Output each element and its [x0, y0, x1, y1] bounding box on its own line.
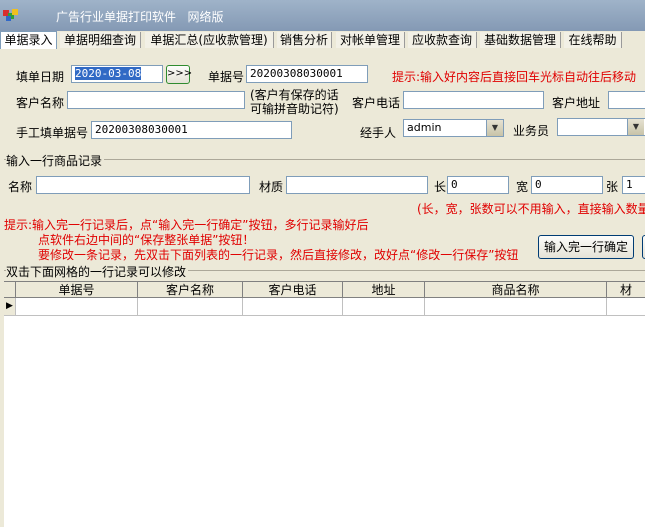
table-cell[interactable] — [343, 298, 425, 315]
handler-value: admin — [407, 121, 442, 134]
entry-hint: 提示:输入好内容后直接回车光标自动往后移动 — [392, 70, 637, 84]
length-label: 长 — [434, 180, 447, 194]
width-field[interactable]: 0 — [531, 176, 603, 194]
manual-order-no-label: 手工填单据号 — [16, 126, 89, 140]
column-header-product-name[interactable]: 商品名称 — [425, 282, 607, 298]
date-label: 填单日期 — [16, 70, 65, 84]
tab-order-detail-query[interactable]: 单据明细查询 — [60, 32, 141, 48]
item-name-label: 名称 — [8, 180, 33, 194]
edition-label: 网络版 — [187, 10, 224, 24]
tab-receivables-query[interactable]: 应收款查询 — [408, 32, 477, 48]
tab-sales-analysis[interactable]: 销售分析 — [277, 32, 332, 48]
salesman-label: 业务员 — [513, 124, 550, 138]
column-header-customer-phone[interactable]: 客户电话 — [243, 282, 343, 298]
item-name-field[interactable] — [36, 176, 250, 194]
table-cell[interactable] — [138, 298, 243, 315]
main-tabs: 单据录入 单据明细查询 单据汇总(应收款管理) 销售分析 对帐单管理 应收款查询… — [0, 31, 645, 49]
tab-online-help[interactable]: 在线帮助 — [564, 32, 622, 48]
grid-corner-cell — [4, 282, 16, 298]
length-field[interactable]: 0 — [447, 176, 509, 194]
table-cell[interactable] — [16, 298, 138, 315]
customer-address-field[interactable] — [608, 91, 645, 109]
grid-caption: 双击下面网格的一行记录可以修改 — [6, 263, 189, 280]
manual-order-no-field[interactable]: 20200308030001 — [91, 121, 292, 139]
row-indicator-icon: ▶ — [4, 298, 16, 315]
app-icon — [3, 9, 18, 21]
window-title: 广告行业单据打印软件 网络版 — [56, 10, 224, 24]
handler-select[interactable]: admin ▼ — [403, 119, 504, 137]
confirm-row-button[interactable]: 输入完一行确定 — [538, 235, 634, 259]
table-cell[interactable] — [607, 298, 645, 315]
width-label: 宽 — [516, 180, 529, 194]
customer-phone-label: 客户电话 — [352, 96, 401, 110]
chevron-down-icon[interactable]: ▼ — [486, 120, 503, 136]
date-picker-button[interactable]: >>> — [166, 65, 192, 84]
table-cell[interactable] — [243, 298, 343, 315]
records-grid[interactable]: 单据号 客户名称 客户电话 地址 商品名称 材 ▶ — [4, 281, 645, 527]
item-group-title: 输入一行商品记录 — [6, 152, 105, 169]
tab-basic-data[interactable]: 基础数据管理 — [480, 32, 561, 48]
count-label: 张 — [606, 180, 619, 194]
column-header-material[interactable]: 材 — [607, 282, 645, 298]
order-no-field[interactable]: 20200308030001 — [246, 65, 368, 83]
column-header-address[interactable]: 地址 — [343, 282, 425, 298]
column-header-order-no[interactable]: 单据号 — [16, 282, 138, 298]
customer-name-label: 客户名称 — [16, 96, 65, 110]
table-cell[interactable] — [425, 298, 607, 315]
count-field[interactable]: 1 — [622, 176, 645, 194]
chevron-down-icon[interactable]: ▼ — [627, 119, 644, 135]
item-hint-line-3: 要修改一条记录，先双击下面列表的一行记录，然后直接修改，改好点“修改一行保存”按… — [38, 248, 519, 262]
customer-phone-field[interactable] — [403, 91, 544, 109]
customer-name-field[interactable] — [67, 91, 245, 109]
tab-statement-management[interactable]: 对帐单管理 — [336, 32, 405, 48]
handler-label: 经手人 — [360, 126, 397, 140]
title-bar: 广告行业单据打印软件 网络版 — [0, 0, 645, 31]
material-label: 材质 — [259, 180, 284, 194]
column-header-customer-name[interactable]: 客户名称 — [138, 282, 243, 298]
order-no-label: 单据号 — [208, 70, 245, 84]
date-field[interactable]: 2020-03-08 — [71, 65, 163, 83]
tab-order-entry[interactable]: 单据录入 — [0, 31, 57, 49]
optional-fields-note: (长，宽，张数可以不用输入，直接输入数量 — [417, 202, 645, 216]
salesman-select[interactable]: ▼ — [557, 118, 645, 136]
customer-address-label: 客户地址 — [552, 96, 601, 110]
table-row[interactable]: ▶ — [4, 298, 645, 316]
material-field[interactable] — [286, 176, 428, 194]
customer-mnemonic-note: (客户有保存的话可输拼音助记符) — [250, 88, 339, 116]
grid-header: 单据号 客户名称 客户电话 地址 商品名称 材 — [4, 282, 645, 298]
tab-order-summary[interactable]: 单据汇总(应收款管理) — [145, 32, 274, 48]
